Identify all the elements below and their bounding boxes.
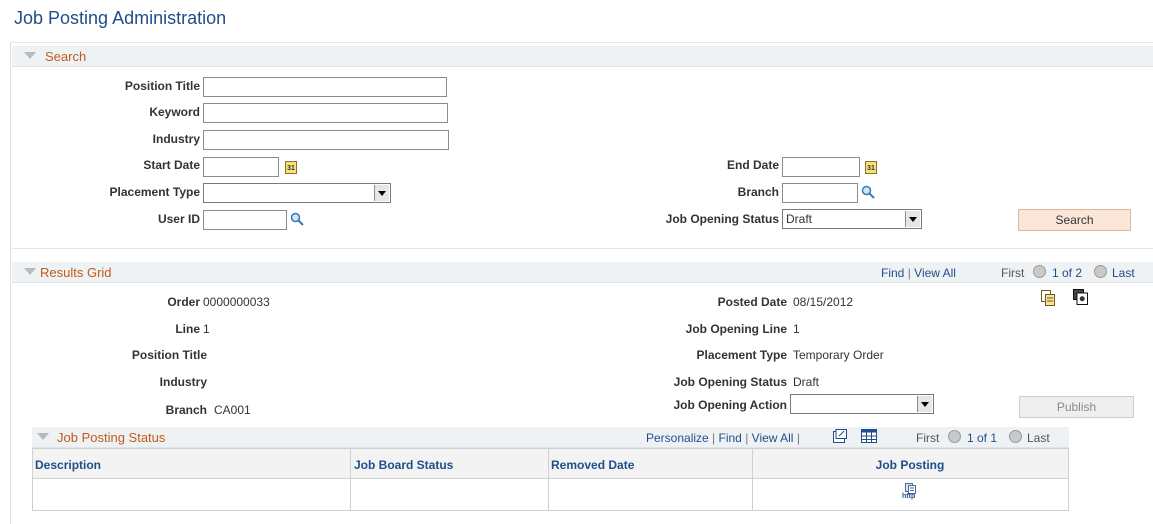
pager-last-label[interactable]: Last bbox=[1112, 266, 1135, 280]
collapse-triangle-icon[interactable] bbox=[24, 52, 36, 59]
job-opening-line-label: Job Opening Line bbox=[685, 322, 787, 336]
job-opening-status-select[interactable]: Draft bbox=[782, 209, 922, 229]
search-section-title[interactable]: Search bbox=[45, 49, 86, 64]
table-row: http bbox=[33, 478, 1068, 510]
job-posting-status-grid: Description Job Board Status Removed Dat… bbox=[32, 448, 1069, 511]
result-branch-label: Branch bbox=[165, 403, 207, 417]
dropdown-arrow-icon[interactable] bbox=[374, 185, 389, 201]
placement-type-label: Placement Type bbox=[109, 185, 200, 199]
position-title-input[interactable] bbox=[203, 77, 447, 97]
posting-pager-range: 1 of 1 bbox=[967, 431, 998, 445]
search-button[interactable]: Search bbox=[1018, 209, 1131, 231]
order-label: Order bbox=[167, 295, 200, 309]
calendar-icon[interactable]: 31 bbox=[865, 161, 877, 174]
industry-label: Industry bbox=[152, 132, 200, 146]
user-id-label: User ID bbox=[157, 212, 200, 226]
result-job-opening-status-value: Draft bbox=[793, 375, 820, 389]
column-header-job-posting[interactable]: Job Posting bbox=[753, 458, 1067, 472]
link-separator: | bbox=[796, 431, 800, 445]
next-arrow-icon[interactable] bbox=[1094, 265, 1107, 278]
section-divider bbox=[12, 248, 1153, 249]
result-position-title-label: Position Title bbox=[131, 348, 207, 362]
collapse-triangle-icon[interactable] bbox=[24, 268, 36, 275]
results-section-title[interactable]: Results Grid bbox=[40, 265, 112, 280]
http-label: http bbox=[902, 493, 916, 500]
posting-pager-first[interactable]: First bbox=[916, 431, 939, 445]
publish-button[interactable]: Publish bbox=[1019, 396, 1134, 418]
position-title-label: Position Title bbox=[124, 79, 200, 93]
end-date-label: End Date bbox=[726, 158, 779, 172]
column-header-description[interactable]: Description bbox=[35, 458, 101, 472]
job-posting-status-header[interactable]: Job Posting Status Personalize | Find | … bbox=[32, 427, 1069, 448]
previous-arrow-icon[interactable] bbox=[948, 430, 961, 443]
lookup-magnifier-icon[interactable] bbox=[861, 185, 875, 199]
result-industry-label: Industry bbox=[159, 375, 207, 389]
dropdown-arrow-icon[interactable] bbox=[917, 396, 932, 412]
end-date-input[interactable] bbox=[782, 157, 860, 177]
line-value: 1 bbox=[203, 322, 210, 336]
keyword-input[interactable] bbox=[203, 103, 448, 123]
line-label: Line bbox=[175, 322, 200, 336]
next-arrow-icon[interactable] bbox=[1009, 430, 1022, 443]
posting-nav-links: Personalize | Find | View All | bbox=[646, 431, 800, 445]
job-opening-action-select[interactable] bbox=[790, 394, 934, 414]
dropdown-arrow-icon[interactable] bbox=[905, 211, 920, 227]
download-spreadsheet-icon[interactable] bbox=[861, 429, 877, 443]
result-job-opening-status-label: Job Opening Status bbox=[673, 375, 787, 389]
result-branch-value: CA001 bbox=[214, 403, 251, 417]
user-id-input[interactable] bbox=[203, 210, 287, 230]
branch-input[interactable] bbox=[782, 183, 858, 203]
branch-label: Branch bbox=[737, 185, 779, 199]
previous-arrow-icon[interactable] bbox=[1033, 265, 1046, 278]
collapse-triangle-icon[interactable] bbox=[37, 433, 49, 440]
industry-input[interactable] bbox=[203, 130, 449, 150]
posted-date-value: 08/15/2012 bbox=[793, 295, 854, 309]
page-title: Job Posting Administration bbox=[14, 8, 227, 28]
results-nav-links: Find | View All bbox=[881, 266, 956, 280]
job-opening-status-label: Job Opening Status bbox=[665, 212, 779, 226]
link-separator: | bbox=[907, 266, 911, 280]
result-placement-type-value: Temporary Order bbox=[793, 348, 884, 362]
column-header-job-board-status[interactable]: Job Board Status bbox=[354, 458, 453, 472]
result-placement-type-label: Placement Type bbox=[696, 348, 787, 362]
placement-type-select[interactable] bbox=[203, 183, 391, 203]
pager-first-label[interactable]: First bbox=[1001, 266, 1024, 280]
find-link[interactable]: Find bbox=[719, 431, 742, 445]
posting-pager-last[interactable]: Last bbox=[1027, 431, 1050, 445]
view-details-icon[interactable] bbox=[1073, 289, 1088, 305]
job-opening-action-label: Job Opening Action bbox=[673, 398, 787, 412]
column-header-removed-date[interactable]: Removed Date bbox=[551, 458, 634, 472]
search-section-header[interactable]: Search bbox=[12, 46, 1153, 67]
view-all-link[interactable]: View All bbox=[752, 431, 794, 445]
personalize-link[interactable]: Personalize bbox=[646, 431, 709, 445]
link-separator: | bbox=[745, 431, 749, 445]
job-posting-status-title[interactable]: Job Posting Status bbox=[57, 430, 165, 445]
results-section-header[interactable]: Results Grid Find | View All First 1 of … bbox=[12, 262, 1153, 283]
results-pager: First bbox=[1001, 266, 1024, 280]
calendar-icon[interactable]: 31 bbox=[285, 161, 297, 174]
start-date-input[interactable] bbox=[203, 157, 279, 177]
start-date-label: Start Date bbox=[143, 158, 200, 172]
job-posting-link-icon[interactable]: http bbox=[902, 483, 920, 503]
job-opening-status-value: Draft bbox=[786, 212, 813, 226]
posted-date-label: Posted Date bbox=[717, 295, 787, 309]
lookup-magnifier-icon[interactable] bbox=[290, 212, 304, 226]
view-all-link[interactable]: View All bbox=[914, 266, 956, 280]
pager-range: 1 of 2 bbox=[1052, 266, 1083, 280]
order-value: 0000000033 bbox=[203, 295, 270, 309]
copy-document-icon[interactable] bbox=[1041, 290, 1055, 306]
link-separator: | bbox=[712, 431, 716, 445]
job-opening-line-value: 1 bbox=[793, 322, 800, 336]
keyword-label: Keyword bbox=[149, 105, 200, 119]
find-link[interactable]: Find bbox=[881, 266, 904, 280]
zoom-grid-icon[interactable] bbox=[833, 429, 847, 443]
